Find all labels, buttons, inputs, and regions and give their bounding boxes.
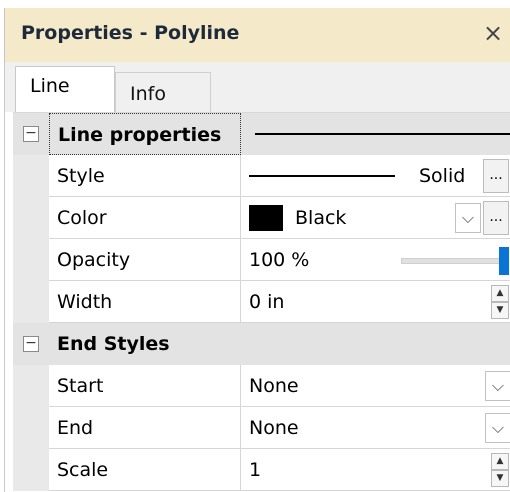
row-gutter xyxy=(13,365,49,407)
property-row-start[interactable]: Start None ⌵ xyxy=(13,365,510,407)
property-value-color[interactable]: Black ⌵ ... xyxy=(241,197,510,239)
property-row-opacity[interactable]: Opacity 100 % xyxy=(13,239,510,281)
color-value: Black xyxy=(295,207,347,229)
row-gutter xyxy=(13,155,49,197)
opacity-slider-track[interactable] xyxy=(401,258,503,264)
row-gutter: − xyxy=(13,323,49,365)
row-gutter xyxy=(13,239,49,281)
properties-panel: Properties - Polyline × Line Info − Line… xyxy=(4,8,510,492)
property-value-opacity[interactable]: 100 % xyxy=(241,239,510,281)
collapse-icon[interactable]: − xyxy=(23,336,39,352)
property-value-width[interactable]: 0 in ▲ ▼ xyxy=(241,281,510,323)
panel-title: Properties - Polyline xyxy=(21,22,240,44)
title-bar: Properties - Polyline × xyxy=(5,8,510,62)
property-row-end[interactable]: End None ⌵ xyxy=(13,407,510,449)
close-icon[interactable]: × xyxy=(481,20,505,46)
row-gutter xyxy=(13,407,49,449)
style-line-preview xyxy=(249,175,395,177)
property-grid: − Line properties Style Solid ... Color … xyxy=(13,112,510,491)
width-value: 0 in xyxy=(249,291,285,313)
row-gutter xyxy=(13,281,49,323)
category-label[interactable]: Line properties xyxy=(49,113,241,155)
color-swatch xyxy=(249,205,283,231)
row-gutter xyxy=(13,449,49,491)
chevron-down-icon[interactable]: ⌵ xyxy=(455,203,481,233)
property-value-end[interactable]: None ⌵ xyxy=(241,407,510,449)
spin-down-icon[interactable]: ▼ xyxy=(491,302,509,319)
tab-info[interactable]: Info xyxy=(115,72,211,112)
collapse-icon[interactable]: − xyxy=(23,126,39,142)
property-value-scale[interactable]: 1 ▲ ▼ xyxy=(241,449,510,491)
spin-up-icon[interactable]: ▲ xyxy=(491,285,509,302)
category-line-properties: − Line properties xyxy=(13,113,510,155)
spin-up-icon[interactable]: ▲ xyxy=(491,453,509,470)
property-row-scale[interactable]: Scale 1 ▲ ▼ xyxy=(13,449,510,491)
spin-down-icon[interactable]: ▼ xyxy=(491,470,509,487)
property-value-style[interactable]: Solid ... xyxy=(241,155,510,197)
category-end-styles: − End Styles xyxy=(13,323,510,365)
line-preview xyxy=(255,133,510,135)
property-row-width[interactable]: Width 0 in ▲ ▼ xyxy=(13,281,510,323)
property-row-style[interactable]: Style Solid ... xyxy=(13,155,510,197)
chevron-down-icon[interactable]: ⌵ xyxy=(485,413,510,443)
row-gutter xyxy=(13,197,49,239)
property-name: Start xyxy=(49,365,241,407)
scale-value: 1 xyxy=(249,459,262,481)
color-ellipsis-button[interactable]: ... xyxy=(483,201,509,235)
opacity-slider-thumb[interactable] xyxy=(499,247,509,275)
category-label[interactable]: End Styles xyxy=(49,323,241,365)
row-gutter: − xyxy=(13,113,49,155)
style-value: Solid xyxy=(419,165,466,187)
property-name: End xyxy=(49,407,241,449)
property-row-color[interactable]: Color Black ⌵ ... xyxy=(13,197,510,239)
style-ellipsis-button[interactable]: ... xyxy=(483,159,509,193)
tab-info-label: Info xyxy=(130,83,166,105)
start-value: None xyxy=(249,375,299,397)
tab-line[interactable]: Line xyxy=(15,66,115,112)
property-name: Style xyxy=(49,155,241,197)
property-name: Width xyxy=(49,281,241,323)
property-name: Opacity xyxy=(49,239,241,281)
tab-line-label: Line xyxy=(30,75,70,97)
property-value-start[interactable]: None ⌵ xyxy=(241,365,510,407)
scale-spinner[interactable]: ▲ ▼ xyxy=(491,453,509,487)
property-name: Color xyxy=(49,197,241,239)
opacity-value: 100 % xyxy=(249,249,310,271)
property-name: Scale xyxy=(49,449,241,491)
tab-strip: Line Info xyxy=(5,62,510,112)
chevron-down-icon[interactable]: ⌵ xyxy=(485,371,510,401)
end-value: None xyxy=(249,417,299,439)
width-spinner[interactable]: ▲ ▼ xyxy=(491,285,509,319)
